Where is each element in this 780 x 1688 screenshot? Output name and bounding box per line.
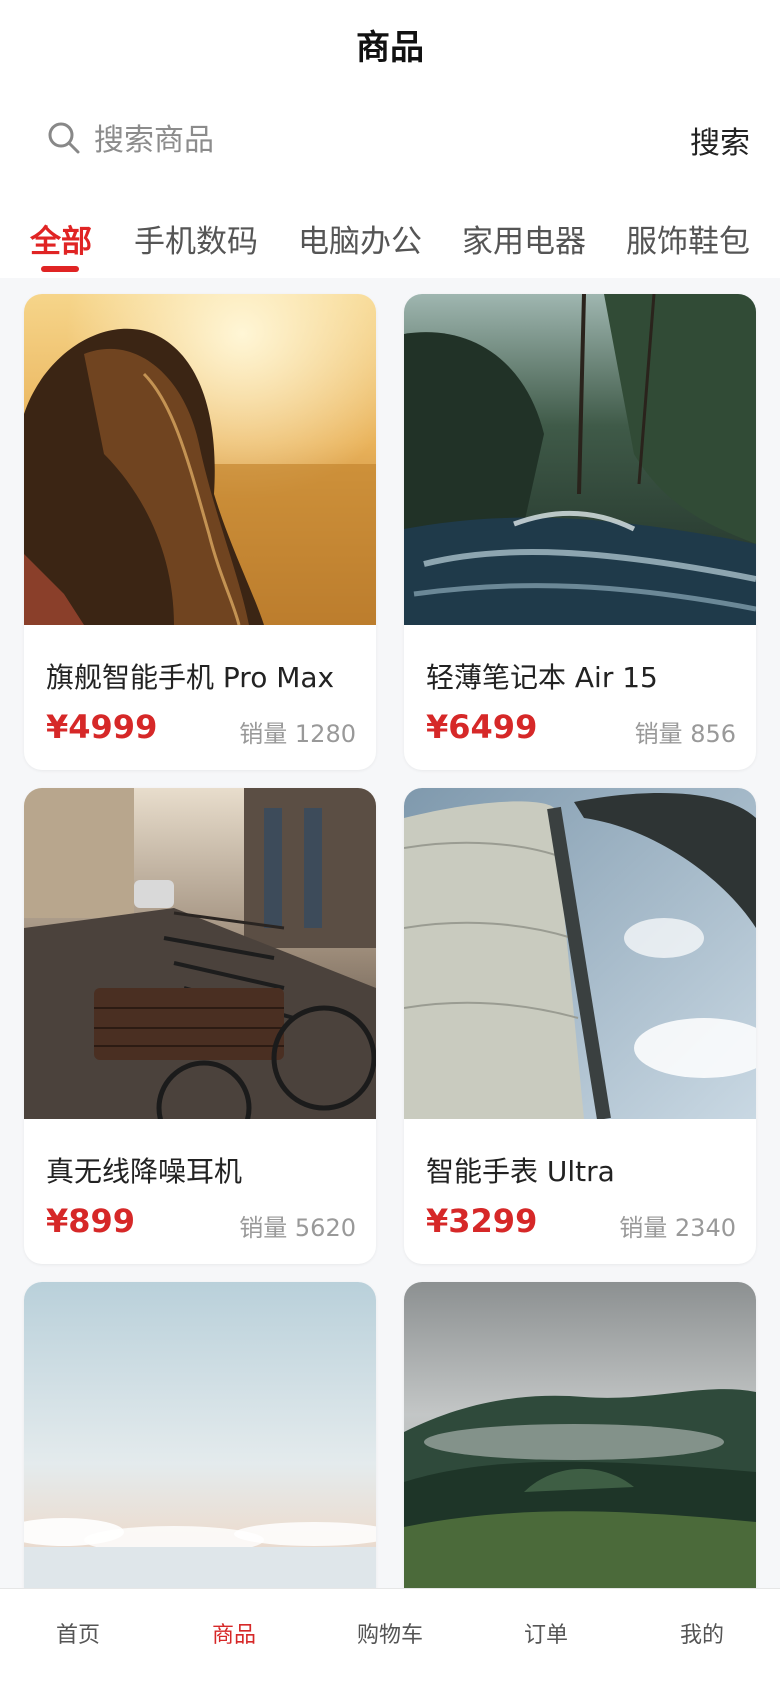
sail-sky-photo [404,788,756,1119]
product-price: ¥3299 [426,1202,538,1240]
tab-computers-office[interactable]: 电脑办公 [298,216,422,272]
product-card[interactable]: 智能手表 Ultra ¥3299 销量 2340 [404,788,756,1264]
page-title: 商品 [356,28,424,68]
product-image [24,294,376,625]
tab-clothing-shoes-bags[interactable]: 服饰鞋包 [626,216,750,272]
tab-label: 服饰鞋包 [626,224,750,260]
misty-forest-photo [404,1282,756,1613]
product-sales: 销量 1280 [239,720,356,748]
product-card[interactable]: 真无线降噪耳机 ¥899 销量 5620 [24,788,376,1264]
category-tabs: 全部 手机数码 电脑办公 家用电器 服饰鞋包 [0,208,780,278]
product-sales: 销量 5620 [239,1214,356,1242]
app: 商品 搜索 全部 手机数码 电脑办公 家用电器 [0,0,780,1688]
product-name: 轻薄笔记本 Air 15 [426,661,658,694]
product-sales: 销量 856 [634,720,736,748]
sunset-hair-photo [24,294,376,625]
nav-home[interactable]: 首页 [0,1617,156,1649]
product-card[interactable]: 轻薄笔记本 Air 15 ¥6499 销量 856 [404,294,756,770]
product-price: ¥6499 [426,708,538,746]
search-bar: 搜索 [40,112,750,168]
top-bar: 商品 搜索 全部 手机数码 电脑办公 家用电器 [0,0,780,278]
nav-orders[interactable]: 订单 [468,1617,624,1649]
search-button[interactable]: 搜索 [690,118,750,162]
sky-clouds-photo [24,1282,376,1613]
nav-profile[interactable]: 我的 [624,1617,780,1649]
product-image [404,294,756,625]
nav-products[interactable]: 商品 [156,1617,312,1649]
tab-home-appliances[interactable]: 家用电器 [462,216,586,272]
search-input[interactable] [94,112,614,168]
product-sales: 销量 2340 [619,1214,736,1242]
product-price: ¥4999 [46,708,158,746]
forest-river-photo [404,294,756,625]
tab-phones-digital[interactable]: 手机数码 [134,216,258,272]
product-image [404,1282,756,1613]
tab-label: 手机数码 [134,224,258,260]
tab-all[interactable]: 全部 [30,216,92,272]
product-image [24,1282,376,1613]
tab-active-indicator [41,266,79,272]
nav-cart[interactable]: 购物车 [312,1617,468,1649]
tab-label: 电脑办公 [298,224,422,260]
tab-label: 家用电器 [462,224,586,260]
product-name: 旗舰智能手机 Pro Max [46,661,335,694]
product-image [404,788,756,1119]
product-name: 智能手表 Ultra [426,1155,615,1188]
product-name: 真无线降噪耳机 [46,1155,243,1188]
bottom-navigation: 首页 商品 购物车 订单 我的 [0,1588,780,1688]
tab-label: 全部 [30,224,92,260]
product-price: ¥899 [46,1202,136,1240]
search-icon [46,120,82,156]
product-image [24,788,376,1119]
street-bicycle-photo [24,788,376,1119]
product-card[interactable]: 旗舰智能手机 Pro Max ¥4999 销量 1280 [24,294,376,770]
